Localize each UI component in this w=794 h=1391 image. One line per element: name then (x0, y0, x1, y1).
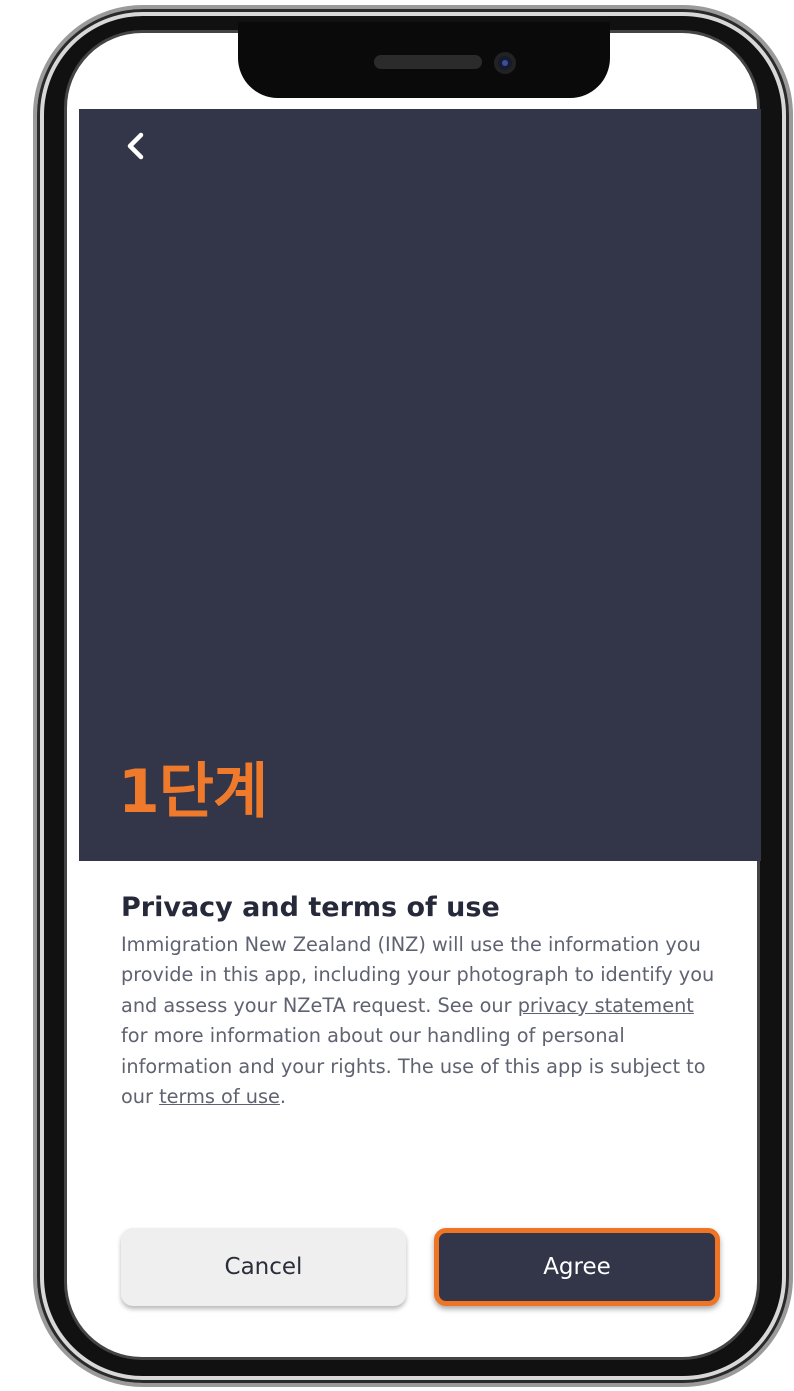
chevron-left-icon (127, 132, 144, 160)
body-text: . (279, 1085, 287, 1109)
cancel-button-label: Cancel (224, 1254, 303, 1280)
page-title: Privacy and terms of use (121, 892, 500, 923)
agree-button[interactable]: Agree (434, 1228, 720, 1306)
hero-image-area (79, 109, 761, 861)
terms-of-use-link[interactable]: terms of use (159, 1085, 280, 1108)
back-button[interactable] (118, 127, 158, 167)
earpiece-speaker (374, 55, 482, 69)
step-annotation: 1단계 (118, 757, 268, 827)
cancel-button[interactable]: Cancel (121, 1228, 406, 1306)
privacy-statement-link[interactable]: privacy statement (518, 994, 694, 1017)
agree-button-label: Agree (543, 1254, 611, 1280)
front-camera (494, 52, 516, 74)
privacy-description: Immigration New Zealand (INZ) will use t… (121, 930, 721, 1112)
